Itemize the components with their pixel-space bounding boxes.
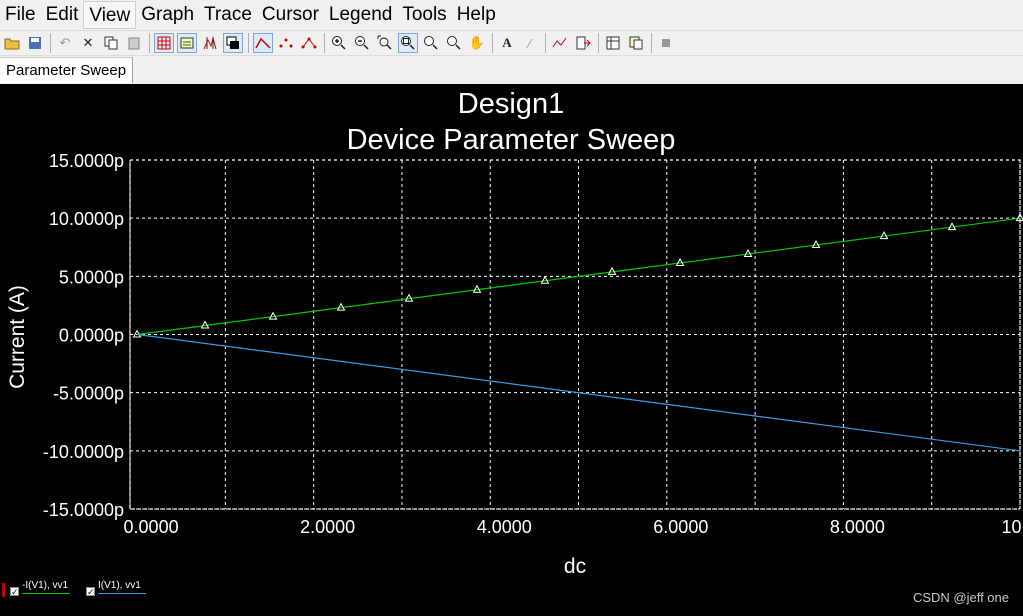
- toolbar-separator: [248, 33, 249, 53]
- y-tick-label: 15.0000p: [49, 151, 124, 171]
- y-tick-label: 10.0000p: [49, 209, 124, 229]
- legend-item-series-2[interactable]: ✓ I(V1), vv1: [86, 580, 146, 597]
- y-tick-label: -5.0000p: [53, 384, 124, 404]
- menu-graph[interactable]: Graph: [136, 1, 199, 29]
- menu-trace[interactable]: Trace: [199, 1, 257, 29]
- zoom-x-icon[interactable]: [421, 33, 441, 53]
- legend-item-series-1[interactable]: ✓ -I(V1), vv1: [10, 580, 70, 597]
- x-tick-label: 10.0000: [1001, 517, 1023, 537]
- export-chart-icon[interactable]: [550, 33, 570, 53]
- y-tick-label: -15.0000p: [43, 500, 124, 520]
- y-tick-label: 0.0000p: [59, 326, 124, 346]
- legend-label: I(V1), vv1: [98, 580, 141, 591]
- toolbar-separator: [492, 33, 493, 53]
- toolbar: ↶ ✕ ✋ A ⁄: [0, 30, 1023, 56]
- menu-view[interactable]: View: [83, 1, 137, 29]
- copy-icon[interactable]: [101, 33, 121, 53]
- legend-checkbox[interactable]: ✓: [10, 587, 19, 597]
- zoom-y-icon[interactable]: [444, 33, 464, 53]
- grid-icon[interactable]: [154, 33, 174, 53]
- menu-cursor[interactable]: Cursor: [257, 1, 324, 29]
- menu-edit[interactable]: Edit: [41, 1, 84, 29]
- x-tick-label: 4.0000: [477, 517, 532, 537]
- chart-title: Design1: [458, 88, 564, 120]
- overlay-icon[interactable]: [223, 33, 243, 53]
- text-icon[interactable]: A: [497, 33, 517, 53]
- menu-file[interactable]: File: [0, 1, 41, 29]
- legend-checkbox[interactable]: ✓: [86, 587, 95, 597]
- paste-icon[interactable]: [124, 33, 144, 53]
- y-tick-label: 5.0000p: [59, 267, 124, 287]
- legend-icon[interactable]: [177, 33, 197, 53]
- watermark: CSDN @jeff one: [912, 590, 1009, 605]
- x-tick-label: 8.0000: [830, 517, 885, 537]
- line-plot-icon[interactable]: [253, 33, 273, 53]
- x-tick-label: 0.0000: [124, 517, 179, 537]
- toolbar-separator: [324, 33, 325, 53]
- toolbar-separator: [651, 33, 652, 53]
- select-pages-icon[interactable]: [603, 33, 623, 53]
- graph-area[interactable]: Design1 Device Parameter Sweep 15.0000p 1…: [0, 84, 1023, 616]
- toolbar-separator: [598, 33, 599, 53]
- menu-legend[interactable]: Legend: [324, 1, 397, 29]
- export-data-icon[interactable]: [573, 33, 593, 53]
- undo-icon[interactable]: ↶: [55, 33, 75, 53]
- zoom-area-icon[interactable]: [375, 33, 395, 53]
- x-tick-label: 2.0000: [300, 517, 355, 537]
- menu-help[interactable]: Help: [452, 1, 501, 29]
- tab-parameter-sweep[interactable]: Parameter Sweep: [0, 57, 134, 83]
- stop-icon[interactable]: [656, 33, 676, 53]
- open-folder-icon[interactable]: [2, 33, 22, 53]
- zoom-full-icon[interactable]: [398, 33, 418, 53]
- cursors-icon[interactable]: [200, 33, 220, 53]
- menu-tools[interactable]: Tools: [397, 1, 451, 29]
- legend-label: -I(V1), vv1: [22, 580, 69, 591]
- chart[interactable]: Design1 Device Parameter Sweep 15.0000p 1…: [0, 84, 1023, 616]
- legend-line: [22, 593, 70, 594]
- markers-icon[interactable]: [276, 33, 296, 53]
- y-tick-label: -10.0000p: [43, 442, 124, 462]
- menu-bar: File Edit View Graph Trace Cursor Legend…: [0, 0, 1023, 30]
- legend-marker: [2, 583, 5, 597]
- copy-graph-icon[interactable]: [626, 33, 646, 53]
- zoom-in-icon[interactable]: [329, 33, 349, 53]
- legend-line: [98, 593, 146, 594]
- toolbar-separator: [545, 33, 546, 53]
- chart-subtitle: Device Parameter Sweep: [347, 124, 676, 156]
- cut-icon[interactable]: ✕: [78, 33, 98, 53]
- tab-bar: Parameter Sweep: [0, 56, 1023, 84]
- pan-hand-icon[interactable]: ✋: [467, 33, 487, 53]
- y-axis-label: Current (A): [6, 285, 29, 389]
- zoom-out-icon[interactable]: [352, 33, 372, 53]
- toolbar-separator: [149, 33, 150, 53]
- line-markers-icon[interactable]: [299, 33, 319, 53]
- toolbar-separator: [50, 33, 51, 53]
- label-icon[interactable]: ⁄: [520, 33, 540, 53]
- x-axis-label: dc: [564, 555, 586, 578]
- save-icon[interactable]: [25, 33, 45, 53]
- x-tick-label: 6.0000: [653, 517, 708, 537]
